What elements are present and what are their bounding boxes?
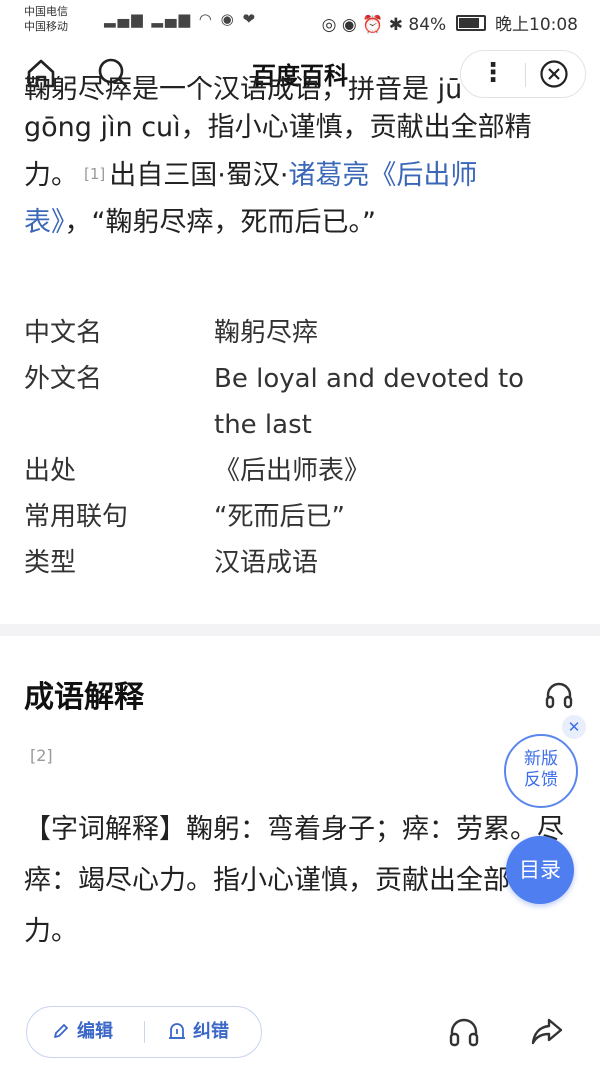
- work-link[interactable]: 表》: [24, 207, 65, 238]
- info-value: Be loyal and devoted to the last: [214, 364, 525, 440]
- correct-icon: [169, 1023, 185, 1039]
- info-row: 常用联句 “死而后已”: [24, 494, 584, 540]
- bluetooth-icon: ✱: [388, 15, 403, 35]
- pill-divider: [144, 1021, 145, 1043]
- carrier-info: 中国电信 中国移动: [24, 4, 68, 34]
- battery-icon: [455, 15, 486, 31]
- bottom-bar: 编辑 纠错: [0, 990, 600, 1066]
- feedback-close-icon[interactable]: ✕: [562, 715, 586, 739]
- info-value: “死而后已”: [214, 502, 345, 532]
- info-row: 类型 汉语成语: [24, 540, 584, 586]
- toc-button[interactable]: 目录: [506, 836, 574, 904]
- info-value: 《后出师表》: [214, 456, 371, 486]
- battery-percent: 84%: [408, 15, 447, 35]
- info-key: 中文名: [24, 318, 103, 348]
- carrier-2: 中国移动: [24, 20, 68, 33]
- share-icon[interactable]: [530, 1014, 564, 1048]
- carrier-1: 中国电信: [24, 5, 68, 18]
- section-title: 成语解释: [24, 680, 144, 715]
- summary-line: 表》，“鞠躬尽瘁，死而后已。”: [24, 199, 584, 246]
- headphones-icon[interactable]: [544, 680, 574, 710]
- feedback-button[interactable]: 新版 反馈: [504, 734, 578, 808]
- edit-label: 编辑: [77, 1021, 113, 1042]
- nfc-icon: ◎: [321, 15, 337, 35]
- section-body: 【字词解释】鞠躬：弯着身子；瘁：劳累。尽瘁：竭尽心力。指小心谨慎，贡献出全部精力…: [24, 814, 564, 947]
- info-row: 出处 《后出师表》: [24, 448, 584, 494]
- citation-ref[interactable]: [2]: [30, 746, 53, 765]
- info-value: 鞠躬尽瘁: [214, 318, 319, 348]
- eye-icon: ◉: [341, 15, 357, 35]
- signal-icons: ▂▄▆ ▂▄▆ ◠ ◉ ❤: [104, 10, 258, 28]
- correct-button[interactable]: 纠错: [167, 1019, 229, 1045]
- pencil-icon: [54, 1024, 68, 1038]
- summary-line: 力。 [1] 出自三国·蜀汉·诸葛亮《后出师: [24, 151, 584, 199]
- edit-pill: 编辑 纠错: [26, 1006, 262, 1058]
- info-row: 中文名 鞠躬尽瘁: [24, 310, 584, 356]
- citation-ref[interactable]: [1]: [84, 165, 105, 183]
- correct-label: 纠错: [193, 1021, 229, 1042]
- section-separator: [0, 624, 600, 636]
- summary-line: gōng jìn cuì，指小心谨慎，贡献出全部精: [24, 112, 532, 143]
- status-bar: 中国电信 中国移动 ▂▄▆ ▂▄▆ ◠ ◉ ❤ ◎ ◉ ⏰ ✱ 84% 晚上10…: [0, 0, 600, 42]
- alarm-icon: ⏰: [362, 15, 384, 35]
- info-row: 外文名 Be loyal and devoted to the last: [24, 356, 584, 448]
- summary-fragment: 出自三国·蜀汉·: [109, 160, 289, 191]
- clock: 晚上10:08: [495, 15, 578, 35]
- headphones-icon[interactable]: [448, 1016, 480, 1048]
- feedback-label: 新版: [524, 749, 558, 769]
- info-value: 汉语成语: [214, 548, 319, 578]
- edit-button[interactable]: 编辑: [51, 1019, 113, 1045]
- summary-line: 鞠躬尽瘁是一个汉语成语，拼音是 jū: [24, 76, 463, 104]
- summary-fragment: ，“鞠躬尽瘁，死而后已。”: [64, 207, 376, 238]
- author-link[interactable]: 诸葛亮《后出师: [288, 160, 477, 191]
- summary-fragment: 力。: [24, 160, 78, 191]
- infobox: 中文名 鞠躬尽瘁 外文名 Be loyal and devoted to the l…: [24, 310, 584, 586]
- info-key: 出处: [24, 456, 77, 486]
- feedback-label: 反馈: [524, 770, 558, 790]
- info-key: 类型: [24, 548, 77, 578]
- status-right: ◎ ◉ ⏰ ✱ 84% 晚上10:08: [322, 10, 578, 35]
- summary-text: 鞠躬尽瘁是一个汉语成语，拼音是 jū gōng jìn cuì，指小心谨慎，贡献…: [24, 76, 584, 246]
- info-key: 常用联句: [24, 502, 129, 532]
- info-key: 外文名: [24, 364, 103, 394]
